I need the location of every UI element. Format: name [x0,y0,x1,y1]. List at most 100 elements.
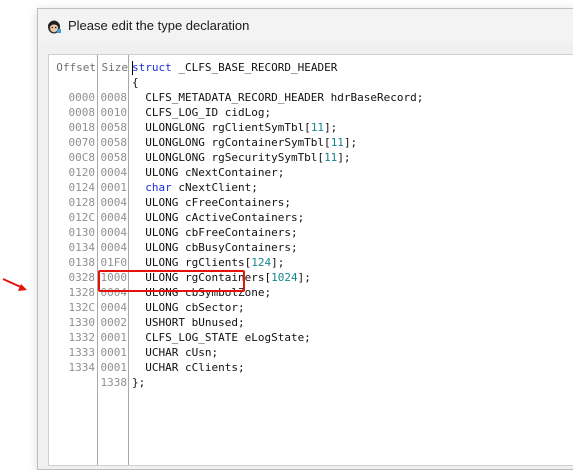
code-line[interactable]: { [132,75,139,90]
app-icon [48,20,61,34]
size-value: 01F0 [100,256,128,269]
code-text: ULONG cNextContainer; [132,166,285,179]
size-value: 0001 [100,181,128,194]
array-size-literal: 11 [310,121,325,134]
code-text: ULONGLONG rgContainerSymTbl[ [132,136,331,149]
size-value: 0004 [100,226,128,239]
code-line[interactable]: CLFS_METADATA_RECORD_HEADER hdrBaseRecor… [132,90,423,105]
offset-value: 1333 [68,346,96,359]
code-text: ULONG cbBusyContainers; [132,241,298,254]
code-text: ULONGLONG rgSecuritySymTbl[ [132,151,325,164]
code-text: cNextClient; [171,181,258,194]
offset-value: 0120 [68,166,96,179]
code-text: _CLFS_BASE_RECORD_HEADER [171,61,338,74]
offset-column: Offset 0000 0008 0018 0070 00C8 0120 0124 0128 0… [49,55,98,465]
code-line[interactable]: ULONGLONG rgClientSymTbl[11]; [132,120,337,135]
offset-value: 1328 [68,286,96,299]
size-value: 0004 [100,241,128,254]
code-line[interactable]: struct _CLFS_BASE_RECORD_HEADER [132,60,337,75]
code-text: CLFS_LOG_ID cidLog; [132,106,272,119]
size-column: Size 0008 0010 0058 0058 0058 0004 0001 0004 000… [98,55,129,465]
offset-value: 1332 [68,331,96,344]
offset-value: 0000 [68,91,96,104]
code-text: ULONG cFreeContainers; [132,196,291,209]
size-value: 0004 [100,166,128,179]
offset-value: 1330 [68,316,96,329]
code-text: CLFS_LOG_STATE eLogState; [132,331,311,344]
code-text: ULONG rgClients[ [132,256,252,269]
offset-value: 0134 [68,241,96,254]
highlight-box-cbSymbolZone [98,270,245,292]
code-line[interactable]: UCHAR cUsn; [132,345,218,360]
size-value: 0004 [100,196,128,209]
code-text: UCHAR cUsn; [132,346,219,359]
code-line[interactable]: ULONG cbFreeContainers; [132,225,298,240]
offset-value: 0018 [68,121,96,134]
edit-type-dialog: Please edit the type declaration Offset … [37,8,573,470]
code-text: { [132,76,139,89]
size-value: 0058 [100,136,128,149]
size-value: 1338 [100,376,128,389]
code-text-tail: ]; [343,136,358,149]
offset-column-header: Offset [56,61,96,74]
code-line[interactable]: UCHAR cClients; [132,360,245,375]
size-value: 0001 [100,346,128,359]
offset-value: 00C8 [68,151,96,164]
code-text: }; [132,376,146,389]
offset-value: 0008 [68,106,96,119]
code-area[interactable]: struct _CLFS_BASE_RECORD_HEADER{ CLFS_ME… [129,55,573,465]
offset-value: 0138 [68,256,96,269]
code-line[interactable]: ULONG rgClients[124]; [132,255,284,270]
array-size-literal: 124 [251,256,272,269]
code-text: UCHAR cClients; [132,361,245,374]
size-value: 0004 [100,211,128,224]
size-value: 0058 [100,121,128,134]
code-text: CLFS_METADATA_RECORD_HEADER hdrBaseRecor… [132,91,424,104]
array-size-literal: 11 [324,151,338,164]
code-text-tail: ]; [271,256,285,269]
keyword: char [145,181,172,194]
code-text: ULONG cbFreeContainers; [132,226,298,239]
code-line[interactable]: CLFS_LOG_STATE eLogState; [132,330,311,345]
code-text: USHORT bUnused; [132,316,245,329]
code-line[interactable]: CLFS_LOG_ID cidLog; [132,105,271,120]
offset-value: 0130 [68,226,96,239]
code-line[interactable]: ULONG cFreeContainers; [132,195,291,210]
array-size-literal: 1024 [271,271,298,284]
offset-value: 012C [68,211,96,224]
red-arrow-icon [2,278,27,291]
size-value: 0004 [100,301,128,314]
size-value: 0001 [100,331,128,344]
size-value: 0002 [100,316,128,329]
offset-value: 1334 [68,361,96,374]
title-bar[interactable]: Please edit the type declaration [38,9,573,43]
code-line[interactable]: ULONG cbSector; [132,300,245,315]
code-text-tail: ]; [324,121,338,134]
size-value: 0008 [100,91,128,104]
code-text: ULONG cActiveContainers; [132,211,305,224]
keyword: struct [132,61,172,74]
size-value: 0058 [100,151,128,164]
size-value: 0001 [100,361,128,374]
offset-value: 0124 [68,181,96,194]
size-value: 0010 [100,106,128,119]
code-line[interactable]: }; [132,375,145,390]
code-text: ULONGLONG rgClientSymTbl[ [132,121,311,134]
offset-value: 0128 [68,196,96,209]
code-line[interactable]: USHORT bUnused; [132,315,245,330]
code-line[interactable]: ULONG cNextContainer; [132,165,284,180]
window-title: Please edit the type declaration [68,18,250,33]
code-line[interactable]: ULONGLONG rgSecuritySymTbl[11]; [132,150,351,165]
size-column-header: Size [101,61,129,74]
code-line[interactable]: char cNextClient; [132,180,258,195]
offset-value: 0070 [68,136,96,149]
code-text-tail: ]; [337,151,351,164]
code-line[interactable]: ULONGLONG rgContainerSymTbl[11]; [132,135,357,150]
code-line[interactable]: ULONG cbBusyContainers; [132,240,298,255]
array-size-literal: 11 [330,136,344,149]
type-declaration-editor[interactable]: Offset 0000 0008 0018 0070 00C8 0120 0124 0128 0… [48,54,573,466]
offset-value: 132C [68,301,96,314]
code-text: ULONG cbSector; [132,301,245,314]
code-line[interactable]: ULONG cActiveContainers; [132,210,304,225]
code-text-tail: ]; [297,271,311,284]
